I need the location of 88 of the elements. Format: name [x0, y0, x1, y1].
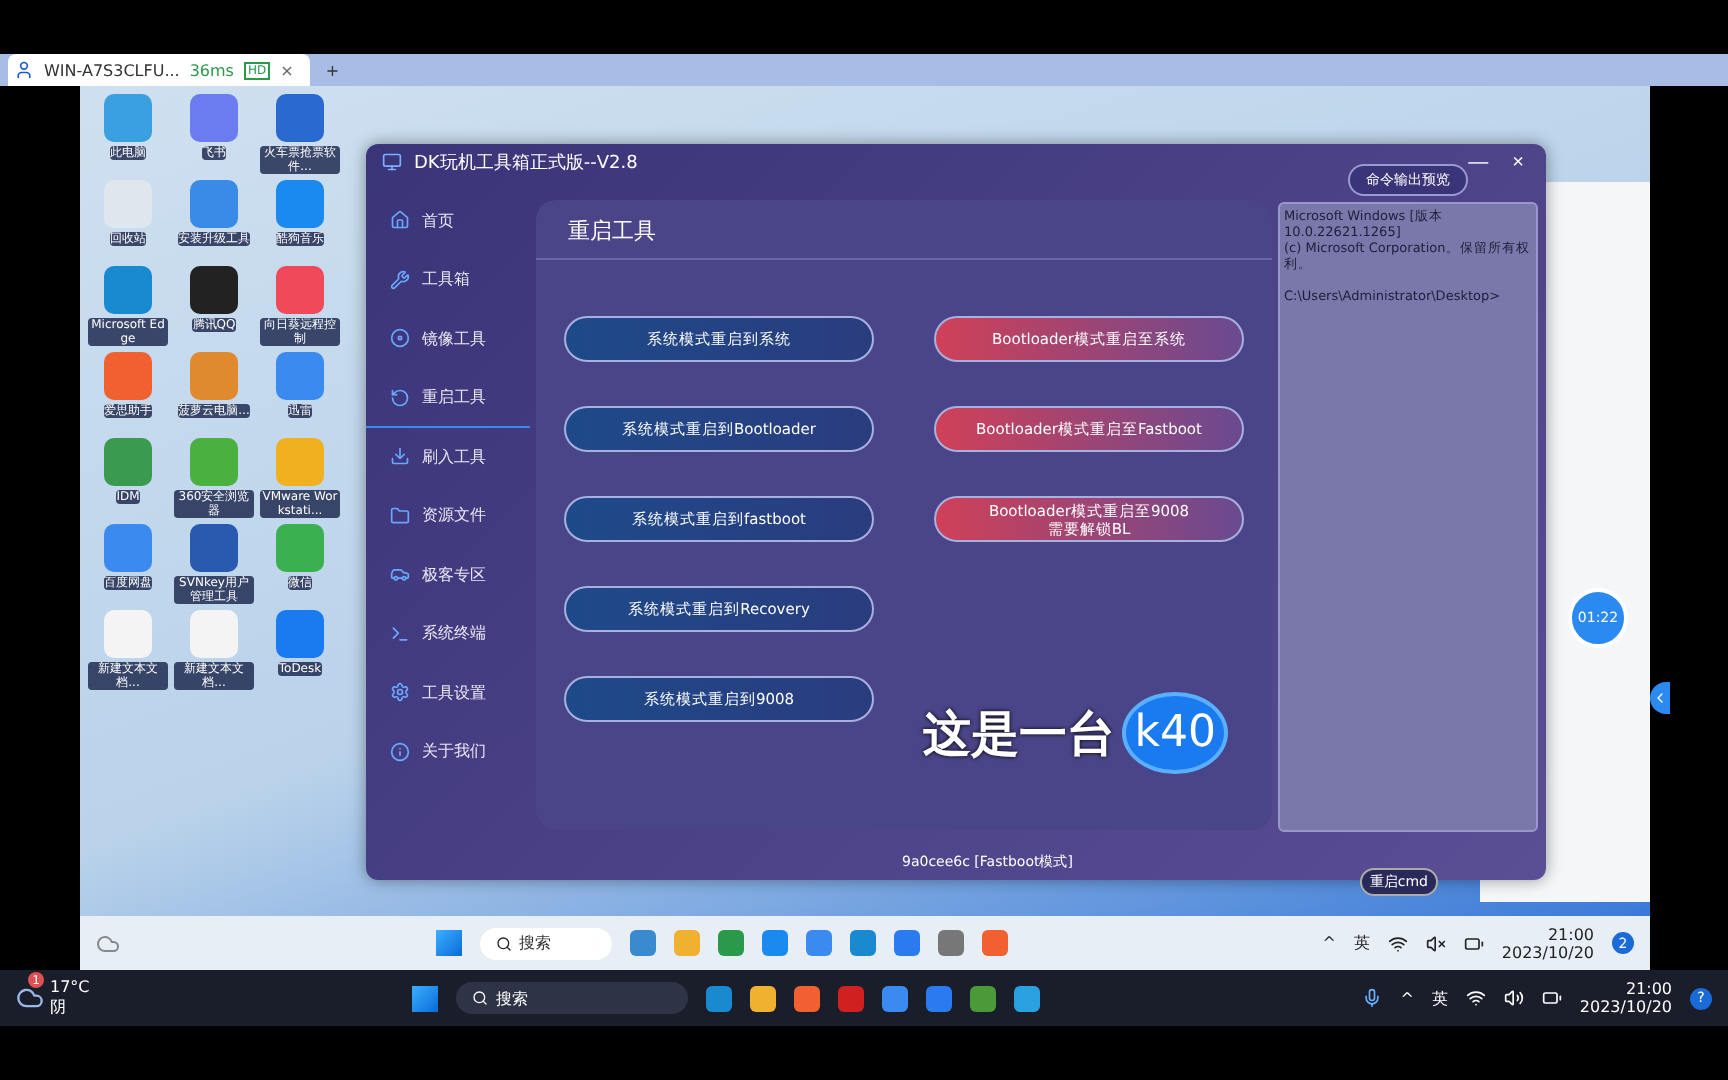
menu-icon [390, 210, 410, 231]
app-tile-icon[interactable] [104, 266, 152, 314]
clock-date: 2023/10/20 [1579, 998, 1673, 1016]
menu-icon [390, 269, 410, 290]
app-logo-icon [382, 152, 402, 172]
collapse-tab[interactable] [1650, 682, 1670, 714]
sidebar-item[interactable]: 重启工具 [366, 369, 530, 428]
menu-icon [390, 446, 410, 467]
battery-icon[interactable] [1541, 988, 1562, 1008]
taskbar-app-icon[interactable] [969, 985, 996, 1011]
chevron-left-icon [1652, 690, 1668, 706]
user-icon [14, 60, 34, 80]
search-placeholder: 搜索 [519, 932, 552, 954]
sidebar-item[interactable]: 首页 [366, 192, 530, 251]
app-tile-icon[interactable] [190, 266, 238, 314]
app-tile-icon[interactable] [104, 352, 152, 400]
app-tile-icon[interactable] [276, 524, 324, 572]
sidebar-item[interactable]: 极客专区 [366, 546, 530, 605]
menu-icon [390, 623, 410, 644]
sidebar-item[interactable]: 系统终端 [366, 605, 530, 664]
tab-title: WIN-A7S3CLFU... [44, 61, 180, 79]
weather-text: 阴 [50, 996, 66, 1018]
taskbar-app-icon[interactable] [1013, 985, 1040, 1011]
clock-time: 21:00 [1547, 925, 1594, 943]
menu-icon [390, 682, 410, 703]
menu-icon [390, 328, 410, 349]
menu-icon [390, 741, 410, 762]
taskbar-app-icon[interactable] [881, 985, 908, 1011]
search-field[interactable]: 搜索 [455, 982, 688, 1014]
sidebar-item[interactable]: 工具设置 [366, 664, 530, 723]
close-button[interactable]: × [1506, 151, 1530, 173]
app-tile-icon[interactable] [190, 524, 238, 572]
battery-icon[interactable] [1463, 933, 1484, 953]
clock-time: 21:00 [1625, 980, 1673, 998]
sidebar-item[interactable]: 工具箱 [366, 251, 530, 310]
tab-close-button[interactable]: × [280, 61, 294, 79]
clock-date: 2023/10/20 [1501, 943, 1594, 961]
search-field[interactable]: 搜索 [479, 927, 612, 959]
menu-icon [390, 564, 410, 585]
minimize-button[interactable]: — [1462, 151, 1495, 173]
app-tile-icon[interactable] [190, 610, 238, 658]
start-icon[interactable] [435, 930, 462, 956]
window-title: DK玩机工具箱正式版--V2.8 [414, 151, 640, 175]
search-icon [471, 990, 488, 1006]
app-tile-icon[interactable] [190, 180, 238, 228]
taskbar-app-icon[interactable] [749, 985, 776, 1011]
tray-text[interactable]: 英 [1431, 987, 1448, 1009]
app-tile-icon[interactable] [276, 94, 324, 142]
tray-text[interactable]: ^ [1400, 989, 1414, 1007]
menu-icon [390, 505, 410, 526]
taskbar-app-icon[interactable] [705, 985, 732, 1011]
search-placeholder: 搜索 [495, 987, 528, 1009]
temperature-text: 17°C [50, 978, 90, 996]
app-tile-icon[interactable] [190, 438, 238, 486]
app-tile-icon[interactable] [190, 352, 238, 400]
weather-icon[interactable] [16, 984, 44, 1012]
taskbar-app-icon[interactable] [793, 985, 820, 1011]
app-tile-icon[interactable] [276, 180, 324, 228]
app-tile-icon[interactable] [276, 610, 324, 658]
taskbar-app-icon[interactable] [925, 985, 952, 1011]
tray-text[interactable]: ^ [1322, 934, 1336, 952]
muted-speaker-icon[interactable] [1425, 933, 1446, 953]
sidebar-item[interactable]: 镜像工具 [366, 310, 530, 369]
wifi-icon[interactable] [1465, 988, 1486, 1008]
tray-text[interactable]: 英 [1353, 932, 1370, 954]
ping-text: 36ms [189, 61, 234, 79]
app-tile-icon[interactable] [276, 352, 324, 400]
sidebar-item[interactable]: 关于我们 [366, 723, 530, 782]
app-tile-icon[interactable] [190, 94, 238, 142]
new-tab-button[interactable]: + [325, 61, 340, 79]
app-tile-icon[interactable] [104, 524, 152, 572]
taskbar-app-icon[interactable] [937, 930, 964, 956]
wifi-icon[interactable] [1387, 933, 1408, 953]
caption-highlight: k40 [1122, 692, 1228, 774]
volume-icon[interactable] [1503, 988, 1524, 1008]
app-tile-icon[interactable] [104, 94, 152, 142]
sidebar-item[interactable]: 资源文件 [366, 487, 530, 546]
video-caption: 这是一台 [922, 703, 1115, 765]
sidebar-item[interactable]: 刷入工具 [366, 428, 530, 487]
app-tile-icon[interactable] [104, 438, 152, 486]
panel-title: 重启工具 [536, 200, 1272, 260]
start-icon[interactable] [411, 985, 438, 1011]
menu-icon [390, 387, 410, 408]
app-tile-icon[interactable] [276, 438, 324, 486]
app-tile-icon[interactable] [104, 610, 152, 658]
microphone-icon[interactable] [1362, 988, 1383, 1008]
app-tile-icon[interactable] [276, 266, 324, 314]
search-icon [495, 935, 512, 951]
